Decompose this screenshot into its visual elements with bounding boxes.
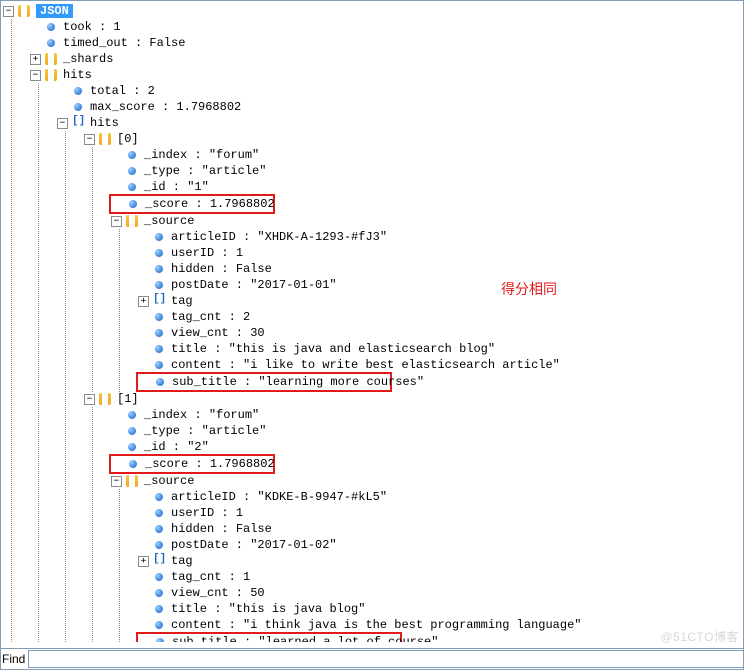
expand-icon[interactable]: + <box>138 296 149 307</box>
field-view_cnt: view_cnt : 30 <box>171 326 265 340</box>
value-icon <box>153 571 167 583</box>
object-icon <box>126 215 140 227</box>
value-icon <box>45 37 59 49</box>
value-icon <box>153 247 167 259</box>
value-icon <box>153 491 167 503</box>
value-icon <box>154 376 168 388</box>
field-_id: _id : "1" <box>144 180 209 194</box>
field-shards[interactable]: _shards <box>63 52 113 66</box>
find-input[interactable] <box>28 650 743 668</box>
field-_index: _index : "forum" <box>144 408 259 422</box>
field-hits[interactable]: hits <box>63 68 92 82</box>
field-content: content : "i like to write best elastics… <box>171 358 560 372</box>
field-_score: _score : 1.7968802 <box>145 457 275 471</box>
field-articleID: articleID : "XHDK-A-1293-#fJ3" <box>171 230 387 244</box>
field-_id: _id : "2" <box>144 440 209 454</box>
field-tag_cnt: tag_cnt : 1 <box>171 570 250 584</box>
object-icon <box>45 53 59 65</box>
field-hidden: hidden : False <box>171 522 272 536</box>
field-title: title : "this is java blog" <box>171 602 365 616</box>
field-userID: userID : 1 <box>171 506 243 520</box>
field-took: took : 1 <box>63 20 121 34</box>
field-_source[interactable]: _source <box>144 474 194 488</box>
field-timed-out: timed_out : False <box>63 36 185 50</box>
field-postDate: postDate : "2017-01-02" <box>171 538 337 552</box>
collapse-icon[interactable]: − <box>30 70 41 81</box>
field-tag_cnt: tag_cnt : 2 <box>171 310 250 324</box>
find-bar: Find <box>1 648 743 669</box>
field-view_cnt: view_cnt : 50 <box>171 586 265 600</box>
object-icon <box>99 133 113 145</box>
array-index[interactable]: [1] <box>117 392 139 406</box>
object-icon <box>126 475 140 487</box>
field-hidden: hidden : False <box>171 262 272 276</box>
field-userID: userID : 1 <box>171 246 243 260</box>
field-_type: _type : "article" <box>144 164 266 178</box>
value-icon <box>126 441 140 453</box>
expand-icon[interactable]: + <box>138 556 149 567</box>
field-content: content : "i think java is the best prog… <box>171 618 582 632</box>
root-label: JSON <box>36 4 73 18</box>
value-icon <box>126 149 140 161</box>
expand-icon[interactable]: + <box>30 54 41 65</box>
value-icon <box>154 636 168 642</box>
value-icon <box>153 539 167 551</box>
field-max-score: max_score : 1.7968802 <box>90 100 241 114</box>
value-icon <box>153 311 167 323</box>
field-tag[interactable]: tag <box>171 294 193 308</box>
collapse-icon[interactable]: − <box>3 6 14 17</box>
collapse-icon[interactable]: − <box>111 476 122 487</box>
value-icon <box>126 181 140 193</box>
collapse-icon[interactable]: − <box>57 118 68 129</box>
value-icon <box>126 165 140 177</box>
field-_index: _index : "forum" <box>144 148 259 162</box>
array-icon <box>153 555 167 567</box>
array-index[interactable]: [0] <box>117 132 139 146</box>
value-icon <box>153 231 167 243</box>
value-icon <box>72 101 86 113</box>
field-articleID: articleID : "KDKE-B-9947-#kL5" <box>171 490 387 504</box>
value-icon <box>127 198 141 210</box>
value-icon <box>153 343 167 355</box>
field-sub_title: sub_title : "learning more courses" <box>172 375 424 389</box>
value-icon <box>153 587 167 599</box>
value-icon <box>126 425 140 437</box>
value-icon <box>153 279 167 291</box>
value-icon <box>153 263 167 275</box>
field-title: title : "this is java and elasticsearch … <box>171 342 495 356</box>
field-_type: _type : "article" <box>144 424 266 438</box>
array-icon <box>72 117 86 129</box>
field-_score: _score : 1.7968802 <box>145 197 275 211</box>
value-icon <box>153 327 167 339</box>
object-icon <box>18 5 32 17</box>
object-icon <box>99 393 113 405</box>
tree-area: 得分相同 − JSON took : 1 timed_out : False <box>1 1 743 642</box>
value-icon <box>72 85 86 97</box>
value-icon <box>126 409 140 421</box>
value-icon <box>153 603 167 615</box>
value-icon <box>153 507 167 519</box>
field-_source[interactable]: _source <box>144 214 194 228</box>
value-icon <box>153 359 167 371</box>
array-icon <box>153 295 167 307</box>
collapse-icon[interactable]: − <box>84 394 95 405</box>
json-viewer-panel: 得分相同 − JSON took : 1 timed_out : False <box>0 0 744 670</box>
value-icon <box>127 458 141 470</box>
find-label: Find <box>1 652 28 666</box>
object-icon <box>45 69 59 81</box>
field-sub_title: sub_title : "learned a lot of course" <box>172 635 438 642</box>
field-tag[interactable]: tag <box>171 554 193 568</box>
collapse-icon[interactable]: − <box>111 216 122 227</box>
collapse-icon[interactable]: − <box>84 134 95 145</box>
value-icon <box>153 619 167 631</box>
field-total: total : 2 <box>90 84 155 98</box>
field-postDate: postDate : "2017-01-01" <box>171 278 337 292</box>
value-icon <box>45 21 59 33</box>
field-hits-array[interactable]: hits <box>90 116 119 130</box>
value-icon <box>153 523 167 535</box>
